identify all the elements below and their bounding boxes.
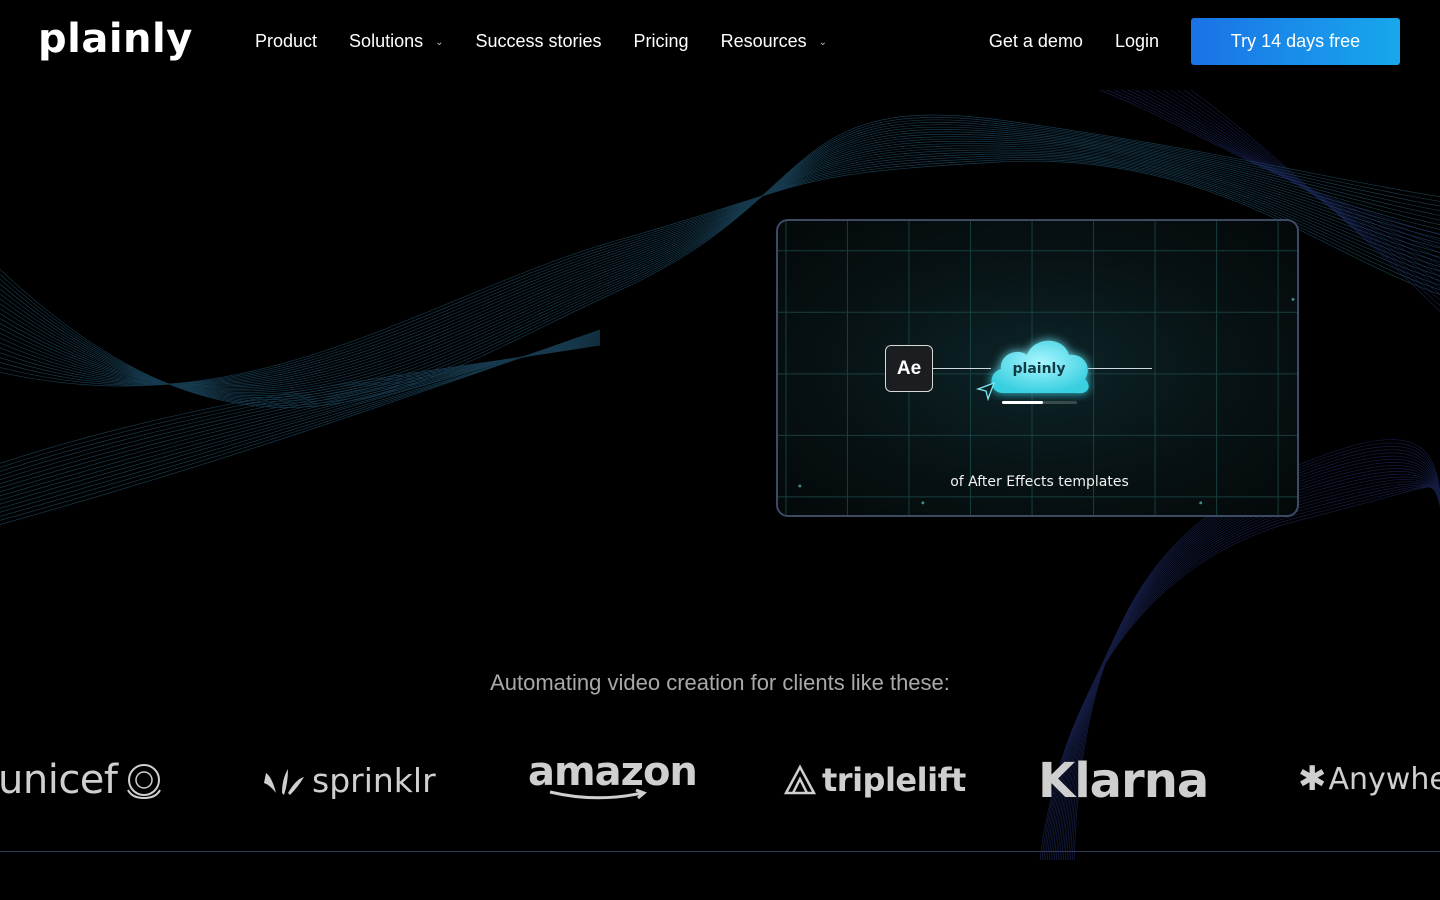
cursor-arrow-icon [976, 381, 996, 401]
login-link[interactable]: Login [1115, 31, 1159, 52]
anywhere-logo: ✱ Anywhere [1298, 759, 1440, 799]
section-divider [0, 851, 1440, 852]
try-free-button[interactable]: Try 14 days free [1191, 18, 1400, 65]
logo-text: Anywhere [1328, 761, 1440, 797]
nav-item-solutions[interactable]: Solutions ⌄ [349, 31, 443, 52]
chevron-down-icon: ⌄ [435, 36, 444, 48]
nav-item-pricing[interactable]: Pricing [634, 31, 689, 52]
unicef-logo: unicef [0, 757, 166, 803]
asterisk-icon: ✱ [1298, 759, 1327, 799]
nav-item-label: Resources [720, 30, 807, 51]
logo-text: unicef [0, 757, 118, 803]
get-demo-link[interactable]: Get a demo [989, 31, 1083, 52]
main-nav: Product Solutions ⌄ Success stories Prici… [255, 30, 859, 52]
logo-text: sprinklr [312, 761, 436, 800]
plainly-logo[interactable]: plainly [38, 16, 193, 62]
amazon-smile-icon [549, 789, 647, 800]
logo-text: Klarna [1038, 753, 1209, 809]
amazon-logo: amazon [528, 749, 698, 803]
hero-animation-card: Ae plainly of After Effects templates [776, 219, 1299, 517]
nav-item-label: Product [255, 30, 318, 51]
nav-item-label: Solutions [349, 30, 424, 51]
logo-text: triplelift [822, 761, 966, 799]
cloud-label: plainly [1012, 361, 1066, 377]
nav-item-success-stories[interactable]: Success stories [476, 31, 602, 52]
triplelift-logo: triplelift [782, 761, 966, 799]
nav-item-label: Success stories [475, 30, 602, 51]
klarna-logo: Klarna [1038, 753, 1209, 809]
card-caption: of After Effects templates [950, 474, 1129, 490]
sprinklr-logo: sprinklr [262, 761, 436, 800]
after-effects-icon: Ae [885, 345, 933, 392]
triplelift-mark-icon [783, 764, 817, 795]
globe-icon [126, 764, 161, 800]
header-actions: Get a demo Login Try 14 days free [989, 18, 1400, 65]
nav-item-label: Pricing [633, 30, 689, 51]
progress-fill [1002, 401, 1044, 404]
site-header: plainly Product Solutions ⌄ Success stori… [0, 0, 1440, 82]
clients-tagline: Automating video creation for clients li… [490, 670, 950, 695]
nav-item-resources[interactable]: Resources ⌄ [721, 31, 827, 52]
upload-progress-bar [1002, 401, 1077, 404]
sprinklr-mark-icon [264, 768, 304, 795]
client-logo-strip: unicef sprinklr amazon triplelift Klarna… [0, 745, 1440, 815]
connector-line [1088, 368, 1152, 369]
nav-item-product[interactable]: Product [255, 31, 317, 52]
chevron-down-icon: ⌄ [818, 36, 828, 48]
